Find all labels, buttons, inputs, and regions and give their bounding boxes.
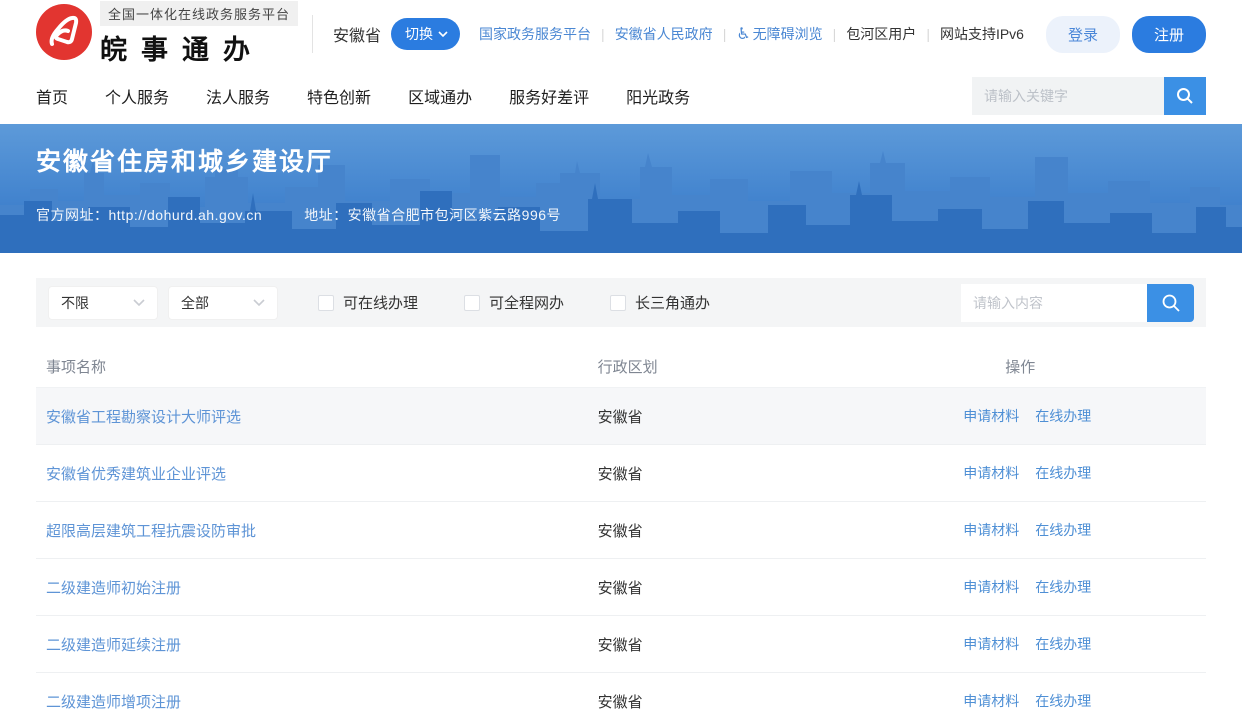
- online-handling-link[interactable]: 在线办理: [1035, 406, 1091, 426]
- chevron-down-icon: [438, 31, 448, 37]
- wheelchair-icon: ♿: [736, 26, 750, 43]
- checkbox-box[interactable]: [318, 295, 334, 311]
- service-item-link[interactable]: 二级建造师延续注册: [46, 637, 181, 654]
- table-row: 二级建造师延续注册 安徽省 申请材料 在线办理: [36, 615, 1206, 672]
- separator: |: [833, 26, 837, 42]
- keyword-search-input[interactable]: [972, 77, 1164, 115]
- table-row: 安徽省优秀建筑业企业评选 安徽省 申请材料 在线办理: [36, 444, 1206, 501]
- link-accessibility[interactable]: ♿无障碍浏览: [736, 24, 822, 44]
- nav-item-home[interactable]: 首页: [36, 84, 68, 108]
- dropdown-value: 全部: [181, 293, 209, 313]
- login-button[interactable]: 登录: [1046, 16, 1120, 53]
- table-header: 事项名称 行政区划 操作: [36, 345, 1206, 387]
- current-region-label: 安徽省: [333, 22, 381, 46]
- region-value: 安徽省: [598, 694, 643, 711]
- content-search: [961, 284, 1194, 322]
- services-table: 事项名称 行政区划 操作 安徽省工程勘察设计大师评选 安徽省 申请材料 在线办理…: [36, 345, 1206, 727]
- filter-bar: 不限 全部 可在线办理 可全程网办 长三角通办: [36, 278, 1206, 327]
- official-website: 官方网址：http://dohurd.ah.gov.cn: [36, 205, 262, 225]
- chevron-down-icon: [253, 299, 265, 306]
- application-materials-link[interactable]: 申请材料: [963, 691, 1019, 711]
- dropdown-value: 不限: [61, 293, 89, 313]
- ipv6-support-label: 网站支持IPv6: [940, 24, 1024, 44]
- services-table-body: 安徽省工程勘察设计大师评选 安徽省 申请材料 在线办理 安徽省优秀建筑业企业评选…: [36, 387, 1206, 727]
- keyword-search-button[interactable]: [1164, 77, 1206, 115]
- link-baohe-user[interactable]: 包河区用户: [846, 24, 916, 44]
- table-row: 超限高层建筑工程抗震设防审批 安徽省 申请材料 在线办理: [36, 501, 1206, 558]
- region-value: 安徽省: [598, 409, 643, 426]
- checkbox-label: 长三角通办: [635, 292, 710, 313]
- application-materials-link[interactable]: 申请材料: [963, 406, 1019, 426]
- header-divider: [312, 15, 313, 53]
- application-materials-link[interactable]: 申请材料: [963, 463, 1019, 483]
- service-item-link[interactable]: 二级建造师增项注册: [46, 694, 181, 711]
- region-value: 安徽省: [598, 637, 643, 654]
- column-header-item-name: 事项名称: [36, 356, 598, 377]
- service-item-link[interactable]: 安徽省工程勘察设计大师评选: [46, 409, 241, 426]
- application-materials-link[interactable]: 申请材料: [963, 634, 1019, 654]
- application-materials-link[interactable]: 申请材料: [963, 577, 1019, 597]
- accessibility-label: 无障碍浏览: [753, 26, 823, 42]
- table-row: 二级建造师初始注册 安徽省 申请材料 在线办理: [36, 558, 1206, 615]
- service-item-link[interactable]: 超限高层建筑工程抗震设防审批: [46, 523, 256, 540]
- site-header: 全国一体化在线政务服务平台 皖事通办 安徽省 切换 国家政务服务平台 | 安徽省…: [0, 0, 1242, 68]
- region-switch-button[interactable]: 切换: [391, 18, 460, 50]
- filter-dropdown-limit[interactable]: 不限: [48, 286, 158, 320]
- content-search-input[interactable]: [961, 284, 1147, 322]
- online-handling-link[interactable]: 在线办理: [1035, 634, 1091, 654]
- keyword-search: [972, 77, 1206, 115]
- link-anhui-government[interactable]: 安徽省人民政府: [615, 24, 713, 44]
- region-value: 安徽省: [598, 466, 643, 483]
- checkbox-yangtze-delta[interactable]: 长三角通办: [610, 292, 710, 313]
- search-icon: [1175, 86, 1195, 106]
- service-item-link[interactable]: 安徽省优秀建筑业企业评选: [46, 466, 226, 483]
- region-value: 安徽省: [598, 580, 643, 597]
- checkbox-label: 可在线办理: [343, 292, 418, 313]
- online-handling-link[interactable]: 在线办理: [1035, 463, 1091, 483]
- nav-item-legal-services[interactable]: 法人服务: [206, 84, 270, 108]
- register-button[interactable]: 注册: [1132, 16, 1206, 53]
- checkbox-full-online[interactable]: 可全程网办: [464, 292, 564, 313]
- column-header-region: 行政区划: [598, 356, 961, 377]
- separator: |: [926, 26, 930, 42]
- region-value: 安徽省: [598, 523, 643, 540]
- department-banner: 安徽省住房和城乡建设厅 官方网址：http://dohurd.ah.gov.cn…: [0, 124, 1242, 253]
- department-title: 安徽省住房和城乡建设厅: [36, 142, 1206, 178]
- service-item-link[interactable]: 二级建造师初始注册: [46, 580, 181, 597]
- nav-item-featured-innovation[interactable]: 特色创新: [307, 84, 371, 108]
- checkbox-box[interactable]: [464, 295, 480, 311]
- search-icon: [1160, 292, 1182, 314]
- nav-item-regional-services[interactable]: 区域通办: [408, 84, 472, 108]
- nav-item-personal-services[interactable]: 个人服务: [105, 84, 169, 108]
- main-nav: 首页 个人服务 法人服务 特色创新 区域通办 服务好差评 阳光政务: [0, 68, 1242, 124]
- application-materials-link[interactable]: 申请材料: [963, 520, 1019, 540]
- checkbox-online-available[interactable]: 可在线办理: [318, 292, 418, 313]
- online-handling-link[interactable]: 在线办理: [1035, 691, 1091, 711]
- table-row: 安徽省工程勘察设计大师评选 安徽省 申请材料 在线办理: [36, 387, 1206, 444]
- site-title: 皖事通办: [100, 28, 298, 67]
- nav-item-service-rating[interactable]: 服务好差评: [509, 84, 589, 108]
- filter-dropdown-category[interactable]: 全部: [168, 286, 278, 320]
- column-header-actions: 操作: [960, 356, 1206, 377]
- online-handling-link[interactable]: 在线办理: [1035, 577, 1091, 597]
- chevron-down-icon: [133, 299, 145, 306]
- table-row: 二级建造师增项注册 安徽省 申请材料 在线办理: [36, 672, 1206, 727]
- department-address: 地址：安徽省合肥市包河区紫云路996号: [304, 205, 561, 225]
- separator: |: [723, 26, 727, 42]
- online-handling-link[interactable]: 在线办理: [1035, 520, 1091, 540]
- link-national-platform[interactable]: 国家政务服务平台: [479, 24, 591, 44]
- nav-item-open-government[interactable]: 阳光政务: [626, 84, 690, 108]
- checkbox-box[interactable]: [610, 295, 626, 311]
- separator: |: [601, 26, 605, 42]
- platform-tagline: 全国一体化在线政务服务平台: [100, 1, 298, 26]
- site-logo: [36, 4, 92, 65]
- content-search-button[interactable]: [1147, 284, 1194, 322]
- checkbox-label: 可全程网办: [489, 292, 564, 313]
- region-switch-label: 切换: [405, 24, 433, 44]
